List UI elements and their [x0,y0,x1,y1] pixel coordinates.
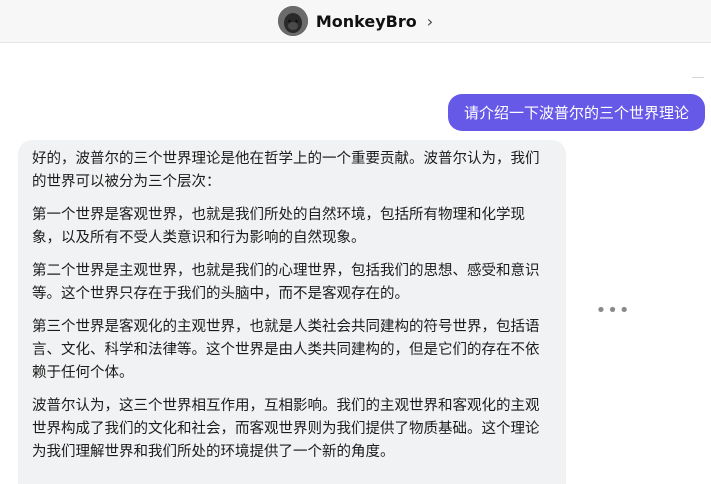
avatar-icon [277,6,308,36]
bot-paragraph: 第二个世界是主观世界，也就是我们的心理世界，包括我们的思想、感受和意识等。这个世… [32,263,540,302]
avatar[interactable] [277,6,308,36]
user-message-bubble: 请介绍一下波普尔的三个世界理论 [447,94,705,131]
chevron-right-icon: › [426,11,434,31]
bot-name: MonkeyBro [315,11,417,31]
bot-paragraph: 第一个世界是客观世界，也就是我们所处的自然环境，包括所有物理和化学现象，以及所有… [32,207,525,246]
bot-profile-link[interactable]: MonkeyBro › [277,6,434,36]
bot-paragraph: 好的，波普尔的三个世界理论是他在哲学上的一个重要贡献。波普尔认为，我们的世界可以… [32,151,540,190]
user-message-text: 请介绍一下波普尔的三个世界理论 [463,104,689,122]
bot-paragraph: 第三个世界是客观化的主观世界，也就是人类社会共同建构的符号世界，包括语言、文化、… [32,319,540,381]
bot-message-bubble: 好的，波普尔的三个世界理论是他在哲学上的一个重要贡献。波普尔认为，我们的世界可以… [18,140,566,484]
bot-paragraph: 波普尔认为，这三个世界相互作用，互相影响。我们的主观世界和客观化的主观世界构成了… [32,398,540,460]
more-options-icon[interactable]: ••• [596,300,630,321]
chat-header: MonkeyBro › [0,0,711,43]
divider [692,77,704,78]
